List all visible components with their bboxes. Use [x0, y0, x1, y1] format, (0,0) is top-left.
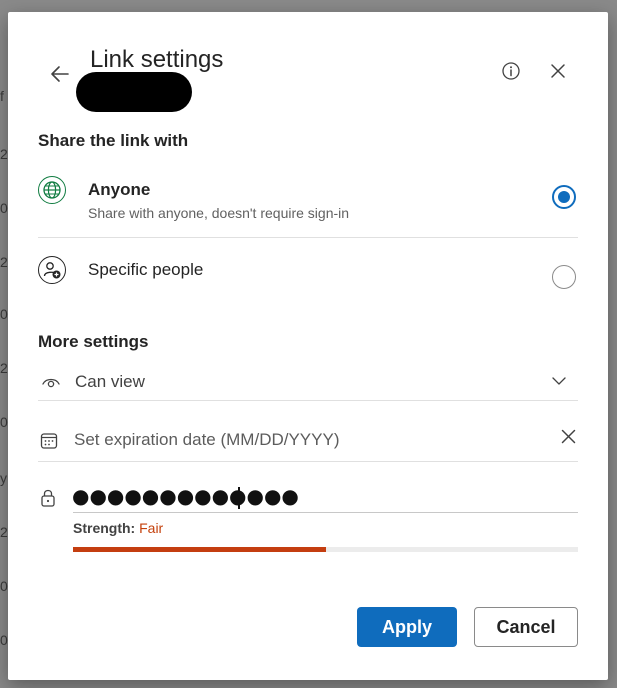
- calendar-icon: [40, 433, 58, 449]
- info-icon: [502, 62, 520, 80]
- strength-value: Fair: [139, 520, 164, 536]
- option-anyone[interactable]: Anyone Share with anyone, doesn't requir…: [38, 168, 578, 230]
- background-fragment: 0: [0, 306, 8, 322]
- option-specific-people[interactable]: Specific people: [38, 248, 578, 310]
- permission-value: Can view: [75, 372, 145, 391]
- chevron-down-icon: [552, 377, 566, 385]
- radio-anyone[interactable]: [552, 185, 576, 209]
- more-settings-heading: More settings: [38, 332, 149, 351]
- password-strength: Strength: Fair: [73, 520, 163, 536]
- password-row: ●●●●●●●●●●●●●: [38, 482, 578, 514]
- close-icon: [561, 429, 575, 443]
- option-specific-people-title: Specific people: [88, 260, 204, 279]
- text-caret: [238, 487, 240, 509]
- divider: [38, 461, 578, 462]
- eye-icon: [42, 378, 60, 388]
- link-settings-dialog: Link settings Share the link with Anyone…: [8, 12, 608, 680]
- option-anyone-description: Share with anyone, doesn't require sign-…: [88, 205, 350, 221]
- cancel-button[interactable]: Cancel: [474, 607, 578, 647]
- arrow-left-icon: [51, 66, 69, 82]
- info-button[interactable]: [498, 58, 524, 84]
- background-fragment: 2: [0, 146, 8, 162]
- divider: [38, 237, 578, 238]
- background-fragment: 0: [0, 414, 8, 430]
- redaction-block: [76, 72, 192, 112]
- clear-expiration-button[interactable]: [556, 424, 580, 448]
- background-fragment: 2: [0, 524, 8, 540]
- password-input[interactable]: ●●●●●●●●●●●●●: [72, 484, 572, 512]
- divider: [38, 400, 578, 401]
- apply-button[interactable]: Apply: [357, 607, 457, 647]
- dialog-title: Link settings: [90, 46, 224, 73]
- expiration-date-row: [38, 422, 578, 460]
- background-fragment: 0: [0, 632, 8, 648]
- back-button[interactable]: [46, 60, 74, 88]
- background-fragment: y: [0, 470, 7, 486]
- strength-meter-fill: [73, 547, 326, 552]
- person-add-icon: [38, 256, 66, 284]
- close-icon: [551, 64, 565, 78]
- background-fragment: 0: [0, 578, 8, 594]
- share-link-heading: Share the link with: [38, 131, 189, 150]
- permission-dropdown[interactable]: Can view: [38, 368, 578, 400]
- background-fragment: 2: [0, 254, 8, 270]
- expiration-date-input[interactable]: [74, 426, 534, 454]
- background-fragment: f: [0, 88, 4, 104]
- globe-icon: [38, 176, 66, 204]
- background-fragment: 0: [0, 200, 8, 216]
- close-button[interactable]: [545, 58, 571, 84]
- strength-meter: [73, 547, 578, 552]
- background-fragment: 2: [0, 360, 8, 376]
- strength-label: Strength:: [73, 520, 136, 536]
- lock-icon: [41, 489, 55, 507]
- option-anyone-title: Anyone: [88, 180, 151, 199]
- password-underline: [73, 512, 578, 513]
- radio-specific-people[interactable]: [552, 265, 576, 289]
